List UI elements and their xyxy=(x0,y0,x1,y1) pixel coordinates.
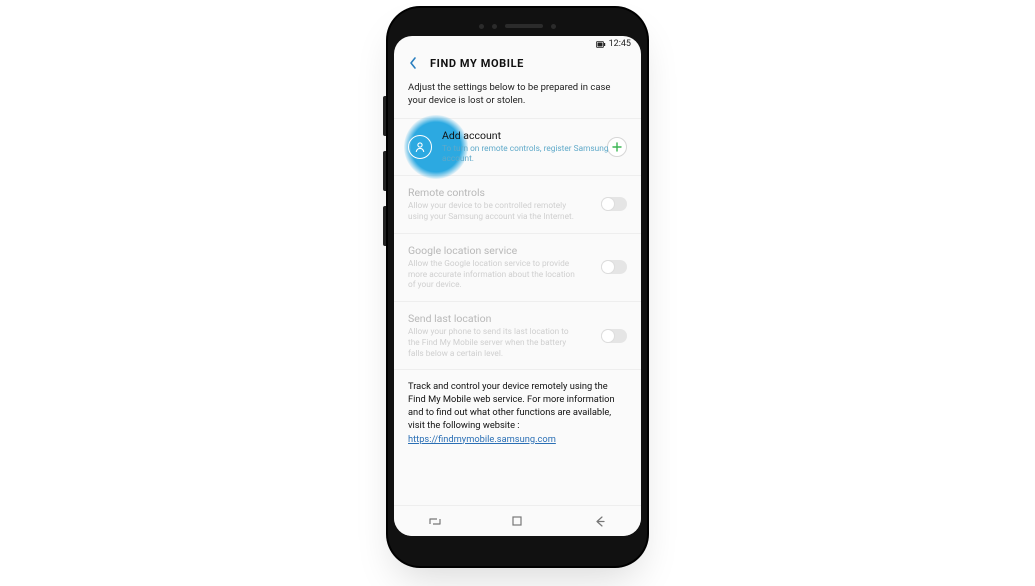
back-button[interactable] xyxy=(406,56,420,70)
home-button[interactable] xyxy=(509,513,525,529)
setting-title: Google location service xyxy=(408,244,627,257)
phone-speaker xyxy=(386,19,649,33)
setting-title: Remote controls xyxy=(408,186,627,199)
header: FIND MY MOBILE xyxy=(394,52,641,78)
status-bar: 12:45 xyxy=(394,36,641,52)
footer-text: Track and control your device remotely u… xyxy=(394,370,641,455)
remote-controls-row: Remote controls Allow your device to be … xyxy=(394,176,641,233)
footer-body: Track and control your device remotely u… xyxy=(408,381,615,431)
status-time: 12:45 xyxy=(609,39,631,49)
send-last-location-row: Send last location Allow your phone to s… xyxy=(394,302,641,369)
phone-frame: 12:45 FIND MY MOBILE Adjust the settings… xyxy=(386,6,649,568)
footer-link[interactable]: https://findmymobile.samsung.com xyxy=(408,434,556,445)
navigation-bar xyxy=(394,505,641,536)
page-title: FIND MY MOBILE xyxy=(430,57,524,70)
google-location-row: Google location service Allow the Google… xyxy=(394,234,641,301)
recent-apps-button[interactable] xyxy=(427,513,443,529)
nav-back-button[interactable] xyxy=(592,513,608,529)
setting-title: Send last location xyxy=(408,312,627,325)
intro-text: Adjust the settings below to be prepared… xyxy=(394,78,641,118)
add-account-desc: To turn on remote controls, register Sam… xyxy=(442,144,612,166)
remote-controls-toggle[interactable] xyxy=(601,197,627,211)
battery-icon xyxy=(596,40,606,49)
setting-desc: Allow the Google location service to pro… xyxy=(408,259,578,291)
setting-desc: Allow your phone to send its last locati… xyxy=(408,327,578,359)
account-icon xyxy=(408,135,432,159)
send-last-location-toggle[interactable] xyxy=(601,329,627,343)
add-account-title: Add account xyxy=(442,129,612,142)
setting-desc: Allow your device to be controlled remot… xyxy=(408,201,578,223)
add-account-row[interactable]: Add account To turn on remote controls, … xyxy=(394,119,641,176)
google-location-toggle[interactable] xyxy=(601,260,627,274)
screen: 12:45 FIND MY MOBILE Adjust the settings… xyxy=(394,36,641,536)
content: Adjust the settings below to be prepared… xyxy=(394,78,641,505)
